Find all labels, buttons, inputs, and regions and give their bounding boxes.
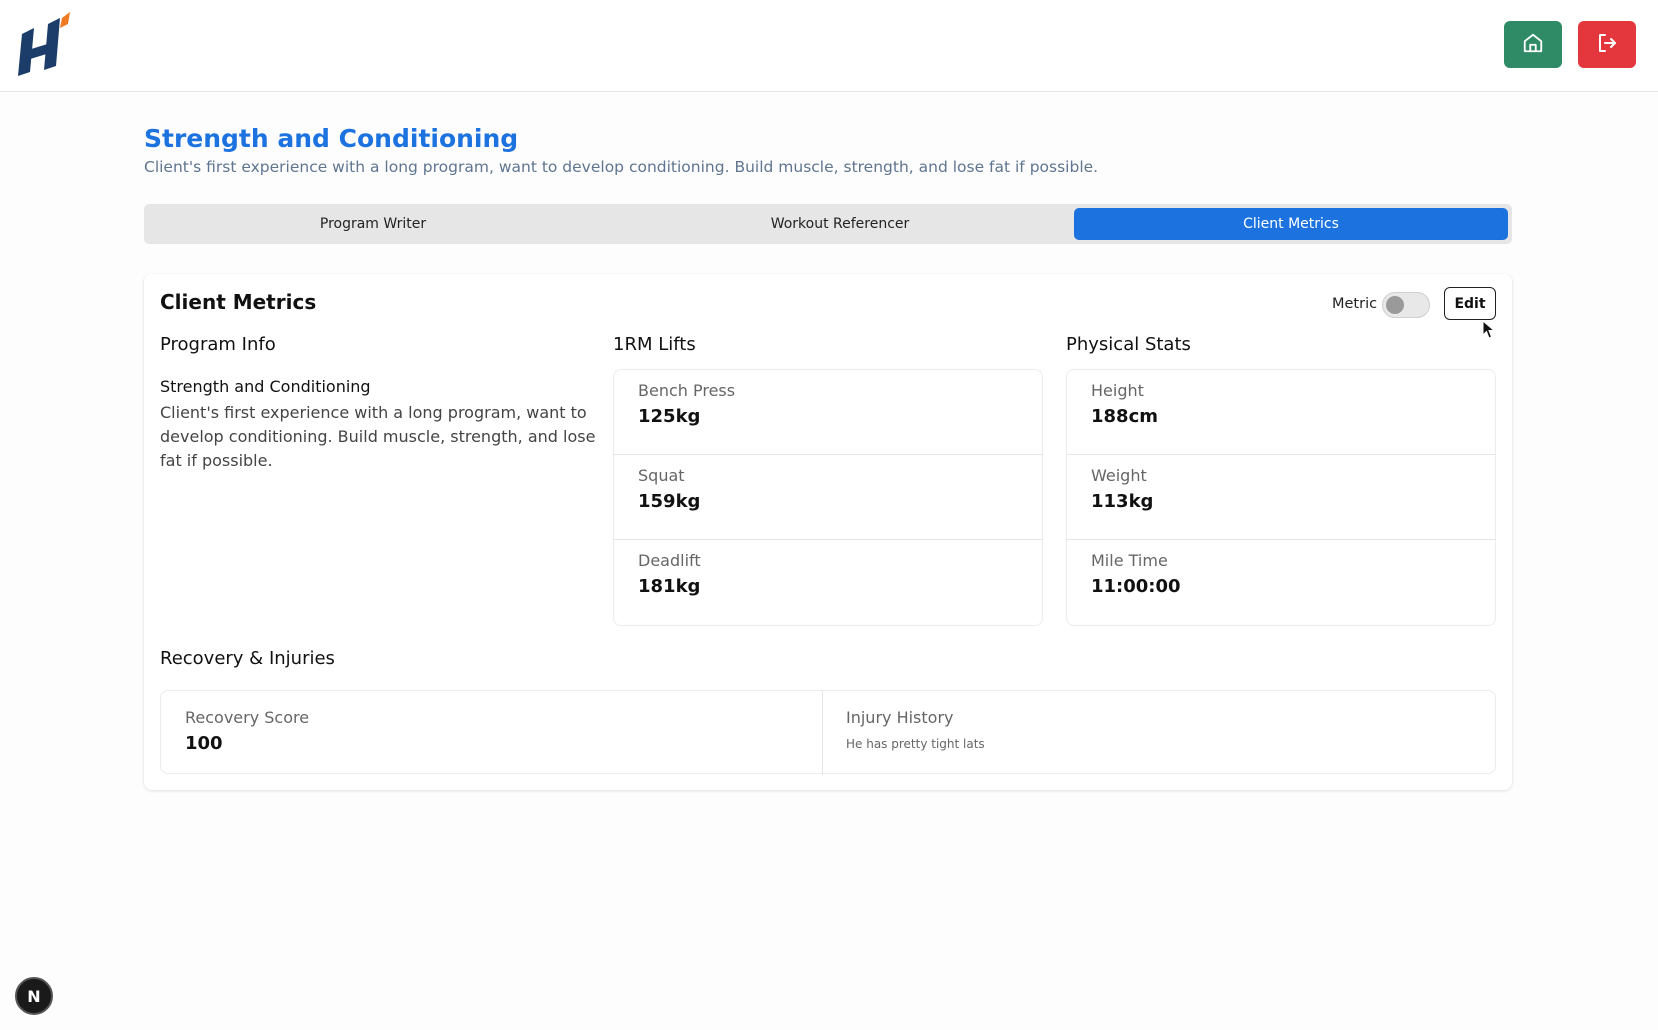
client-metrics-card: Client Metrics Metric Edit Program Info … [144, 274, 1512, 790]
stat-value: 113kg [1091, 491, 1154, 512]
page-title: Strength and Conditioning [144, 124, 519, 153]
h-logo-icon[interactable] [18, 10, 74, 76]
recovery-score-label: Recovery Score [185, 708, 310, 727]
metric-toggle[interactable] [1382, 292, 1430, 318]
list-item: Deadlift 181kg [614, 540, 1042, 625]
lift-label: Squat [638, 466, 685, 485]
recovery-heading: Recovery & Injuries [160, 648, 335, 669]
page-description: Client's first experience with a long pr… [144, 158, 1099, 176]
lift-value: 125kg [638, 406, 701, 427]
list-item: Weight 113kg [1067, 455, 1495, 540]
tab-client-metrics[interactable]: Client Metrics [1074, 208, 1508, 240]
program-name: Strength and Conditioning [160, 377, 371, 396]
program-description: Client's first experience with a long pr… [160, 403, 596, 470]
home-icon [1522, 32, 1544, 58]
lift-label: Deadlift [638, 551, 701, 570]
lifts-heading: 1RM Lifts [613, 334, 696, 355]
stat-value: 11:00:00 [1091, 576, 1181, 597]
list-item: Squat 159kg [614, 455, 1042, 540]
stat-value: 188cm [1091, 406, 1158, 427]
top-header [0, 0, 1658, 92]
edit-button[interactable]: Edit [1444, 287, 1496, 320]
stat-label: Mile Time [1091, 551, 1168, 570]
tab-workout-referencer[interactable]: Workout Referencer [610, 208, 1070, 240]
dev-badge-button[interactable]: N [15, 977, 53, 1015]
injury-history-text: He has pretty tight lats [846, 737, 985, 751]
logout-button[interactable] [1578, 21, 1636, 68]
lifts-list: Bench Press 125kg Squat 159kg Deadlift 1… [613, 369, 1043, 626]
divider [822, 691, 823, 775]
toggle-knob [1386, 296, 1404, 314]
lift-value: 181kg [638, 576, 701, 597]
logout-icon [1595, 31, 1619, 59]
program-info-heading: Program Info [160, 334, 276, 355]
tab-bar: Program Writer Workout Referencer Client… [144, 204, 1512, 244]
card-title: Client Metrics [160, 290, 317, 314]
recovery-panel: Recovery Score 100 Injury History He has… [160, 690, 1496, 775]
list-item: Bench Press 125kg [614, 370, 1042, 455]
stat-label: Weight [1091, 466, 1147, 485]
lift-label: Bench Press [638, 381, 736, 400]
metric-toggle-label: Metric [1332, 296, 1378, 312]
physical-stats-heading: Physical Stats [1066, 334, 1191, 355]
list-item: Height 188cm [1067, 370, 1495, 455]
recovery-score-value: 100 [185, 733, 223, 754]
mouse-cursor-icon [1482, 319, 1496, 344]
injury-history-label: Injury History [846, 708, 954, 727]
tab-program-writer[interactable]: Program Writer [148, 208, 598, 240]
lift-value: 159kg [638, 491, 701, 512]
home-button[interactable] [1504, 21, 1562, 68]
stat-label: Height [1091, 381, 1144, 400]
list-item: Mile Time 11:00:00 [1067, 540, 1495, 625]
physical-stats-list: Height 188cm Weight 113kg Mile Time 11:0… [1066, 369, 1496, 626]
